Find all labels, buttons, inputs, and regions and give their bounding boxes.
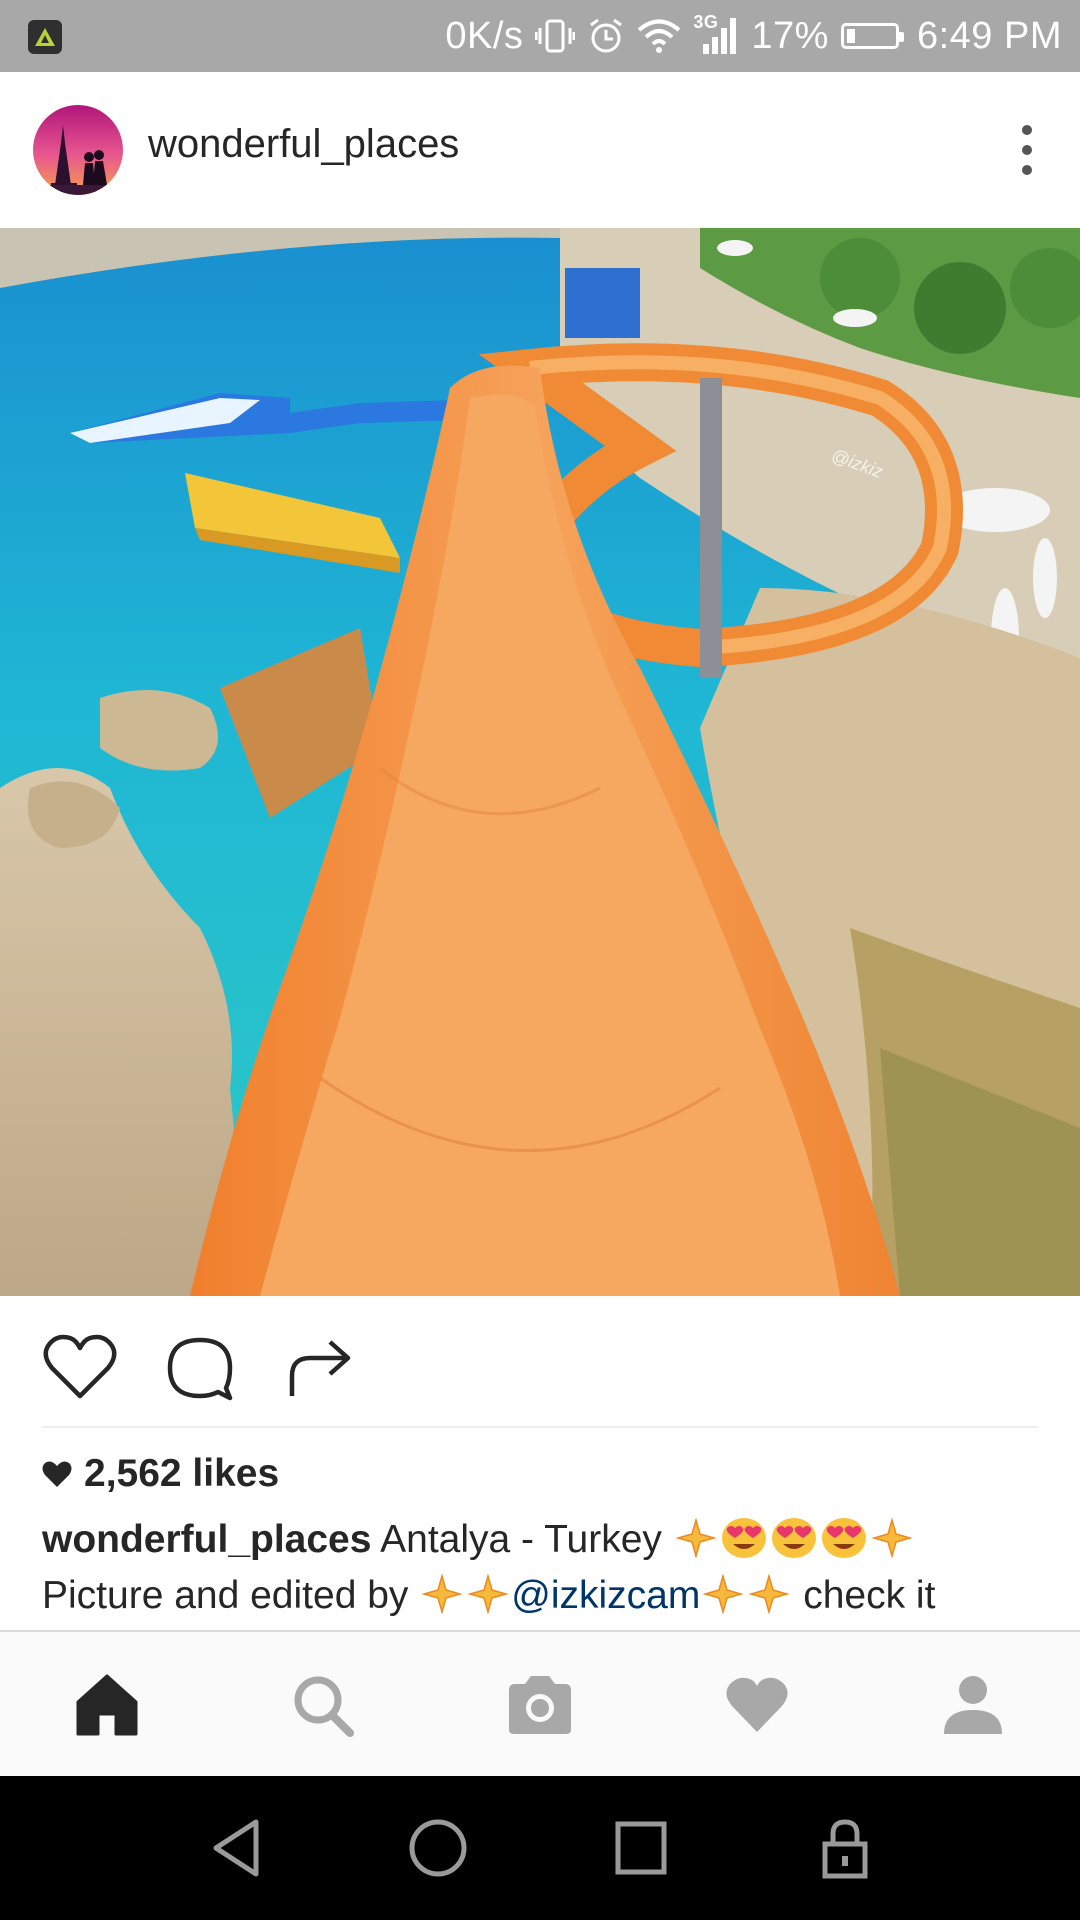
comment-button[interactable]	[160, 1330, 240, 1402]
avatar[interactable]	[33, 105, 123, 195]
wifi-icon	[638, 19, 681, 53]
sparkles-icon	[748, 1574, 791, 1614]
sparkles-icon	[467, 1574, 509, 1614]
system-home-button[interactable]	[403, 1816, 473, 1880]
battery-icon	[840, 23, 904, 49]
heart-eyes-emoji-icon	[771, 1518, 816, 1558]
divider	[42, 1426, 1038, 1428]
heart-eyes-emoji-icon	[721, 1518, 766, 1558]
system-navigation-bar	[0, 1776, 1080, 1920]
home-circle-icon	[409, 1819, 467, 1877]
lock-icon	[822, 1819, 868, 1879]
post-photo[interactable]: @izkiz	[0, 228, 1080, 1296]
system-back-button[interactable]	[202, 1816, 272, 1880]
nav-search-button[interactable]	[288, 1672, 358, 1738]
clock: 6:49 PM	[916, 14, 1062, 57]
nav-camera-button[interactable]	[505, 1672, 575, 1738]
heart-eyes-emoji-icon	[821, 1518, 866, 1558]
bottom-navigation	[0, 1630, 1080, 1776]
profile-icon	[944, 1676, 1002, 1734]
caption-credit-prefix: Picture and edited by	[42, 1574, 420, 1617]
heart-icon	[726, 1677, 788, 1732]
status-bar: 0K/s 3G 17% 6:49 PM	[0, 0, 1080, 72]
sparkles-icon	[421, 1574, 463, 1614]
post-header: wonderful_places	[0, 72, 1080, 228]
caption-mention-link[interactable]: @izkizcam	[511, 1574, 700, 1617]
sparkles-icon	[675, 1518, 717, 1558]
vibrate-icon	[535, 19, 576, 53]
heart-outline-icon	[43, 1334, 117, 1399]
alarm-icon	[590, 18, 623, 53]
back-icon	[213, 1819, 259, 1877]
comment-icon	[167, 1337, 233, 1401]
more-options-button[interactable]	[1012, 122, 1042, 178]
water-slide-image: @izkiz	[0, 228, 1080, 1296]
post-username[interactable]: wonderful_places	[148, 122, 459, 167]
nav-profile-button[interactable]	[938, 1672, 1008, 1738]
search-icon	[294, 1676, 354, 1737]
likes-count[interactable]: 2,562 likes	[42, 1452, 279, 1496]
share-arrow-icon	[289, 1340, 351, 1396]
sparkles-icon	[702, 1574, 745, 1614]
signal-icon: 3G	[693, 12, 739, 56]
share-button[interactable]	[280, 1330, 360, 1402]
nav-home-button[interactable]	[72, 1672, 142, 1738]
camera-icon	[509, 1676, 571, 1734]
home-icon	[76, 1674, 138, 1736]
network-speed: 0K/s	[445, 14, 524, 57]
caption-username[interactable]: wonderful_places	[42, 1518, 371, 1561]
caption-location: Antalya - Turkey	[371, 1518, 673, 1561]
system-lock-button[interactable]	[810, 1816, 880, 1880]
more-vertical-icon	[1022, 125, 1032, 175]
sparkles-icon	[871, 1518, 913, 1558]
nav-activity-button[interactable]	[722, 1672, 792, 1738]
post-caption: wonderful_places Antalya - Turkey Pictur…	[42, 1512, 1052, 1624]
like-button[interactable]	[40, 1330, 120, 1402]
heart-filled-icon	[42, 1461, 72, 1487]
recents-icon	[615, 1821, 667, 1875]
caption-credit-suffix: check it	[792, 1574, 936, 1617]
battery-percent: 17%	[751, 14, 829, 57]
post-actions	[0, 1296, 1080, 1426]
system-recents-button[interactable]	[606, 1816, 676, 1880]
likes-text: 2,562 likes	[84, 1452, 280, 1495]
app-notification-icon	[28, 20, 62, 54]
